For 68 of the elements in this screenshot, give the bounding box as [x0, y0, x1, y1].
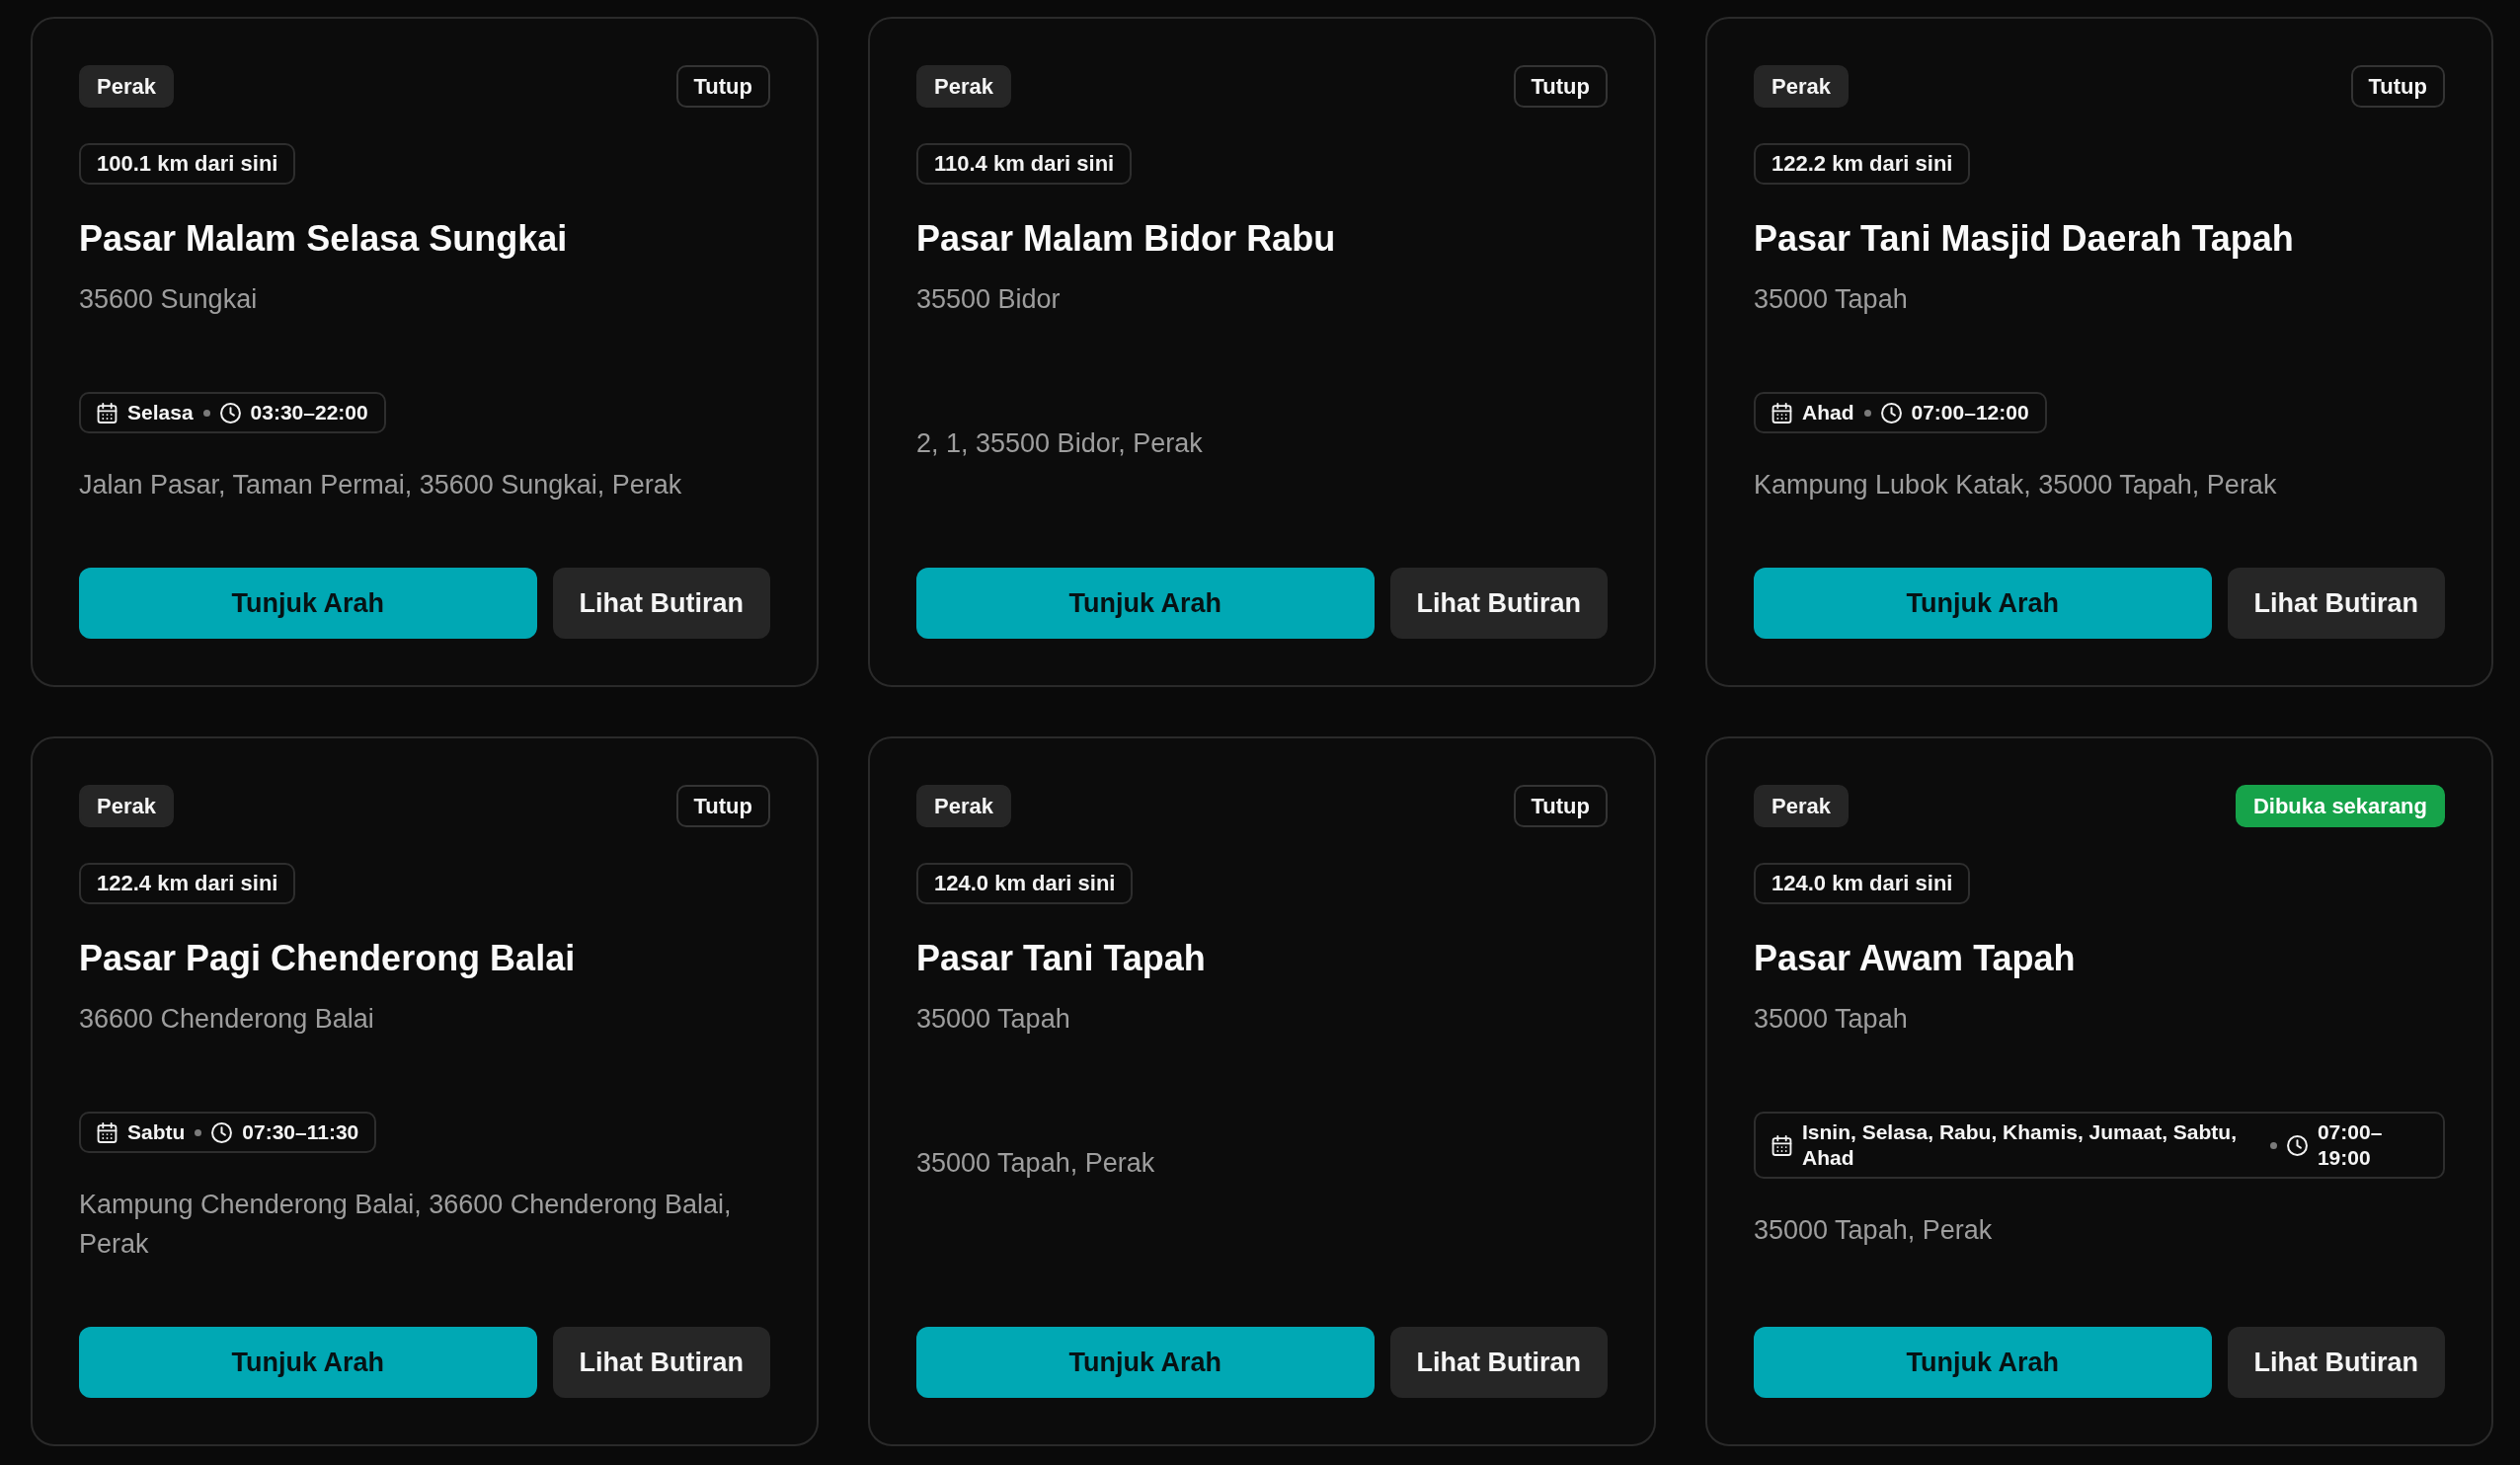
directions-button[interactable]: Tunjuk Arah [916, 1327, 1375, 1398]
region-tag: Perak [1754, 785, 1849, 827]
address-text: Jalan Pasar, Taman Permai, 35600 Sungkai, Perak [79, 469, 683, 501]
distance-tag: 124.0 km dari sini [1754, 863, 1971, 904]
clock-icon [1880, 402, 1902, 424]
details-button[interactable]: Lihat Butiran [552, 568, 770, 639]
market-title: Pasar Pagi Chenderong Balai [79, 937, 577, 980]
region-tag: Perak [1754, 65, 1849, 108]
status-badge: Tutup [675, 65, 770, 108]
region-tag: Perak [79, 65, 174, 108]
locality-text: 36600 Chenderong Balai [79, 1003, 375, 1036]
days-text: Ahad [1802, 400, 1854, 425]
dot-icon [2269, 1141, 2277, 1149]
calendar-icon [1772, 1134, 1792, 1156]
region-tag: Perak [916, 65, 1011, 108]
locality-text: 35000 Tapah [1754, 1003, 1909, 1036]
details-button[interactable]: Lihat Butiran [2227, 1327, 2445, 1398]
region-tag: Perak [79, 785, 174, 827]
distance-tag: 100.1 km dari sini [79, 143, 296, 185]
details-button[interactable]: Lihat Butiran [1389, 568, 1608, 639]
directions-button[interactable]: Tunjuk Arah [1754, 1327, 2212, 1398]
status-badge: Tutup [675, 785, 770, 827]
dot-icon [1863, 409, 1871, 417]
calendar-icon [97, 402, 118, 424]
distance-tag: 122.4 km dari sini [79, 863, 296, 904]
address-text: 2, 1, 35500 Bidor, Perak [916, 427, 1204, 460]
region-tag: Perak [916, 785, 1011, 827]
distance-tag: 124.0 km dari sini [916, 863, 1134, 904]
status-badge: Tutup [1513, 785, 1608, 827]
locality-text: 35500 Bidor [916, 283, 1062, 316]
clock-icon [211, 1121, 233, 1143]
dot-icon [195, 1128, 202, 1136]
directions-button[interactable]: Tunjuk Arah [916, 568, 1375, 639]
hours-text: 03:30–22:00 [250, 400, 368, 425]
locality-text: 35600 Sungkai [79, 283, 259, 316]
directions-button[interactable]: Tunjuk Arah [79, 1327, 537, 1398]
hours-text: 07:00–12:00 [1911, 400, 2029, 425]
address-text: Kampung Chenderong Balai, 36600 Chenderong Balai, Perak [79, 1189, 733, 1261]
address-text: Kampung Lubok Katak, 35000 Tapah, Perak [1754, 469, 2278, 501]
market-title: Pasar Tani Tapah [916, 937, 1207, 980]
hours-text: 07:00–19:00 [2317, 1119, 2384, 1171]
directions-button[interactable]: Tunjuk Arah [1754, 568, 2212, 639]
status-badge: Tutup [1513, 65, 1608, 108]
details-button[interactable]: Lihat Butiran [552, 1327, 770, 1398]
days-text: Selasa [127, 400, 194, 425]
market-title: Pasar Awam Tapah [1754, 937, 2077, 980]
clock-icon [219, 402, 241, 424]
distance-tag: 110.4 km dari sini [916, 143, 1133, 185]
calendar-icon [97, 1121, 118, 1143]
address-text: 35000 Tapah, Perak [916, 1147, 1156, 1180]
details-button[interactable]: Lihat Butiran [1389, 1327, 1608, 1398]
calendar-icon [1772, 402, 1792, 424]
dot-icon [202, 409, 210, 417]
market-title: Pasar Malam Selasa Sungkai [79, 217, 569, 261]
locality-text: 35000 Tapah [916, 1003, 1071, 1036]
address-text: 35000 Tapah, Perak [1754, 1214, 1994, 1247]
directions-button[interactable]: Tunjuk Arah [79, 568, 537, 639]
market-title: Pasar Tani Masjid Daerah Tapah [1754, 217, 2295, 261]
status-badge: Dibuka sekarang [2235, 785, 2445, 827]
market-title: Pasar Malam Bidor Rabu [916, 217, 1337, 261]
locality-text: 35000 Tapah [1754, 283, 1909, 316]
hours-text: 07:30–11:30 [242, 1119, 359, 1145]
status-badge: Tutup [2350, 65, 2445, 108]
days-text: Isnin, Selasa, Rabu, Khamis, Jumaat, Sabtu, Ahad [1802, 1119, 2238, 1171]
days-text: Sabtu [127, 1119, 186, 1145]
clock-icon [2286, 1134, 2308, 1156]
distance-tag: 122.2 km dari sini [1754, 143, 1971, 185]
details-button[interactable]: Lihat Butiran [2227, 568, 2445, 639]
